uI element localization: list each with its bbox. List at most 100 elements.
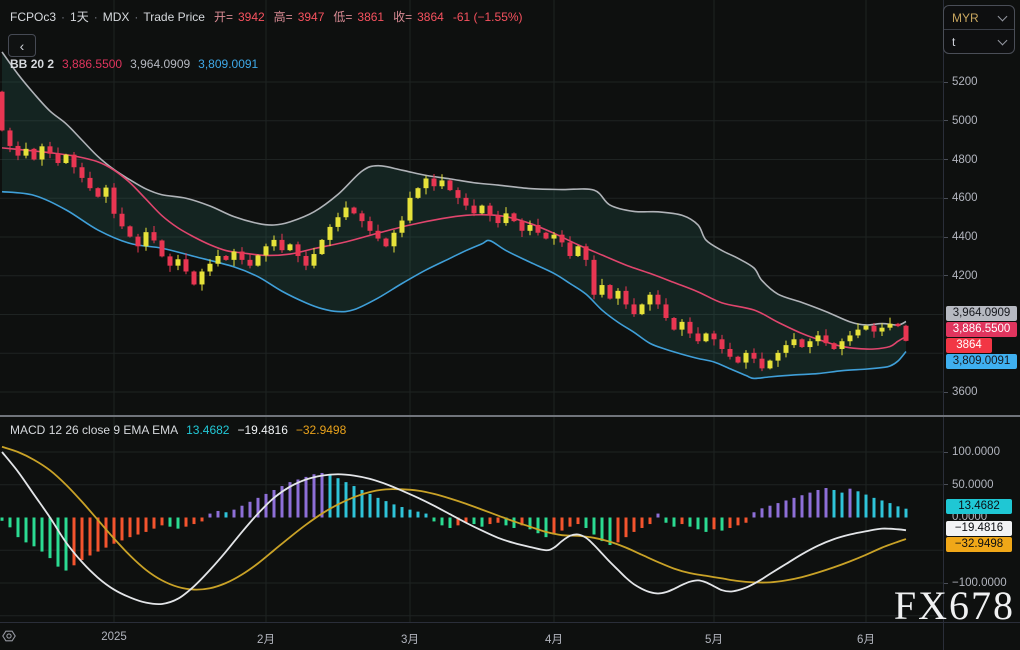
bb-upper-tag: 3,964.0909 xyxy=(946,306,1017,321)
macd-pane[interactable] xyxy=(0,417,943,622)
macd-hist-bar xyxy=(849,489,852,518)
macd-hist-bar xyxy=(889,503,892,517)
axis-tick-mark xyxy=(944,237,948,238)
candle xyxy=(248,260,253,266)
candle xyxy=(624,291,629,305)
macd-hist-bar xyxy=(833,490,836,518)
time-axis[interactable]: 20252月3月4月5月6月 xyxy=(0,622,1020,650)
bb-lower-tag: 3,809.0091 xyxy=(946,354,1017,369)
macd-hist-bar xyxy=(841,493,844,518)
macd-hist-bar xyxy=(433,518,436,522)
candle xyxy=(136,237,141,247)
candle xyxy=(40,146,45,159)
separator-dot: · xyxy=(94,10,98,24)
candle xyxy=(24,149,29,156)
symbol-header: FCPOc3 · 1天 · MDX · Trade Price 开=3942 高… xyxy=(10,8,523,25)
close-value: 3864 xyxy=(417,10,444,24)
macd-hist-bar xyxy=(169,518,172,527)
macd-signal-value: −32.9498 xyxy=(296,423,346,437)
candle xyxy=(48,146,53,153)
candle xyxy=(352,208,357,214)
macd-hist-bar xyxy=(881,500,884,517)
candle xyxy=(584,246,589,260)
macd-name[interactable]: MACD 12 26 close 9 EMA EMA xyxy=(10,423,178,437)
bb-basis-tag: 3,886.5500 xyxy=(946,322,1017,337)
candle xyxy=(456,190,461,198)
high-value: 3947 xyxy=(298,10,325,24)
bb-name[interactable]: BB 20 2 xyxy=(10,57,54,71)
candle xyxy=(840,341,845,349)
axis-label: 100.0000 xyxy=(952,445,1000,459)
unit-dropdown[interactable]: t xyxy=(944,29,1014,53)
macd-hist-bar xyxy=(89,518,92,556)
candle xyxy=(512,213,517,221)
bb-indicator-legend: BB 20 2 3,886.5500 3,964.0909 3,809.0091 xyxy=(10,57,258,71)
pane-separator[interactable] xyxy=(0,415,1020,417)
candle xyxy=(736,357,741,363)
candle xyxy=(96,188,101,197)
candle xyxy=(592,260,597,295)
candle xyxy=(784,345,789,353)
candle xyxy=(808,341,813,347)
axis-tick-mark xyxy=(944,275,948,276)
candle xyxy=(712,333,717,339)
macd-hist-bar xyxy=(313,474,316,517)
currency-dropdown[interactable]: MYR xyxy=(944,6,1014,29)
candle xyxy=(328,227,333,240)
instrument-settings-button[interactable] xyxy=(0,628,18,644)
macd-hist-bar xyxy=(641,518,644,528)
macd-hist-bar xyxy=(801,495,804,517)
candle xyxy=(688,322,693,334)
macd-hist-bar xyxy=(777,503,780,517)
currency-unit-selector: MYR t xyxy=(943,5,1015,54)
price-axis[interactable]: 0.0000 5200500048004600440042003600100.0… xyxy=(943,0,1020,650)
candle xyxy=(480,206,485,214)
open-value: 3942 xyxy=(238,10,265,24)
candle xyxy=(384,239,389,247)
macd-hist-bar xyxy=(305,477,308,518)
candle xyxy=(640,304,645,314)
symbol-name[interactable]: FCPOc3 xyxy=(10,10,56,24)
macd-hist-bar xyxy=(481,518,484,527)
macd-hist-bar xyxy=(33,518,36,547)
axis-label: 5200 xyxy=(952,75,978,89)
candle xyxy=(184,259,189,271)
macd-indicator-legend: MACD 12 26 close 9 EMA EMA 13.4682 −19.4… xyxy=(10,423,346,437)
currency-value: MYR xyxy=(952,11,979,25)
macd-hist-bar xyxy=(321,473,324,518)
change-value: -61 (−1.55%) xyxy=(453,10,523,24)
macd-hist-bar xyxy=(897,506,900,517)
low-label: 低= xyxy=(333,8,352,25)
macd-hist-bar xyxy=(1,518,4,521)
macd-line-value: −19.4816 xyxy=(237,423,287,437)
candle xyxy=(240,252,245,260)
macd-hist-bar xyxy=(377,498,380,518)
macd-hist-bar xyxy=(249,502,252,518)
candle xyxy=(752,353,757,359)
macd-hist-bar xyxy=(617,518,620,543)
macd-hist-bar xyxy=(689,518,692,527)
candle xyxy=(312,254,317,266)
candle xyxy=(544,233,549,239)
candle xyxy=(432,178,437,186)
axis-tick-mark xyxy=(944,452,948,453)
candle xyxy=(392,233,397,247)
macd-hist-bar xyxy=(769,506,772,518)
axis-label: 4800 xyxy=(952,153,978,167)
candle xyxy=(80,167,85,178)
macd-hist-bar xyxy=(153,518,156,529)
macd-hist-bar xyxy=(793,498,796,518)
candle xyxy=(664,304,669,318)
macd-hist-bar xyxy=(105,518,108,548)
candle xyxy=(376,231,381,239)
exchange: MDX xyxy=(103,10,130,24)
axis-tick-mark xyxy=(944,82,948,83)
candle xyxy=(208,264,213,272)
back-button[interactable]: ‹ xyxy=(8,34,36,57)
axis-label: 4400 xyxy=(952,230,978,244)
macd-hist-bar xyxy=(201,518,204,522)
candle xyxy=(152,232,157,240)
candle xyxy=(824,335,829,343)
macd-hist-bar xyxy=(857,491,860,517)
interval[interactable]: 1天 xyxy=(70,8,89,25)
